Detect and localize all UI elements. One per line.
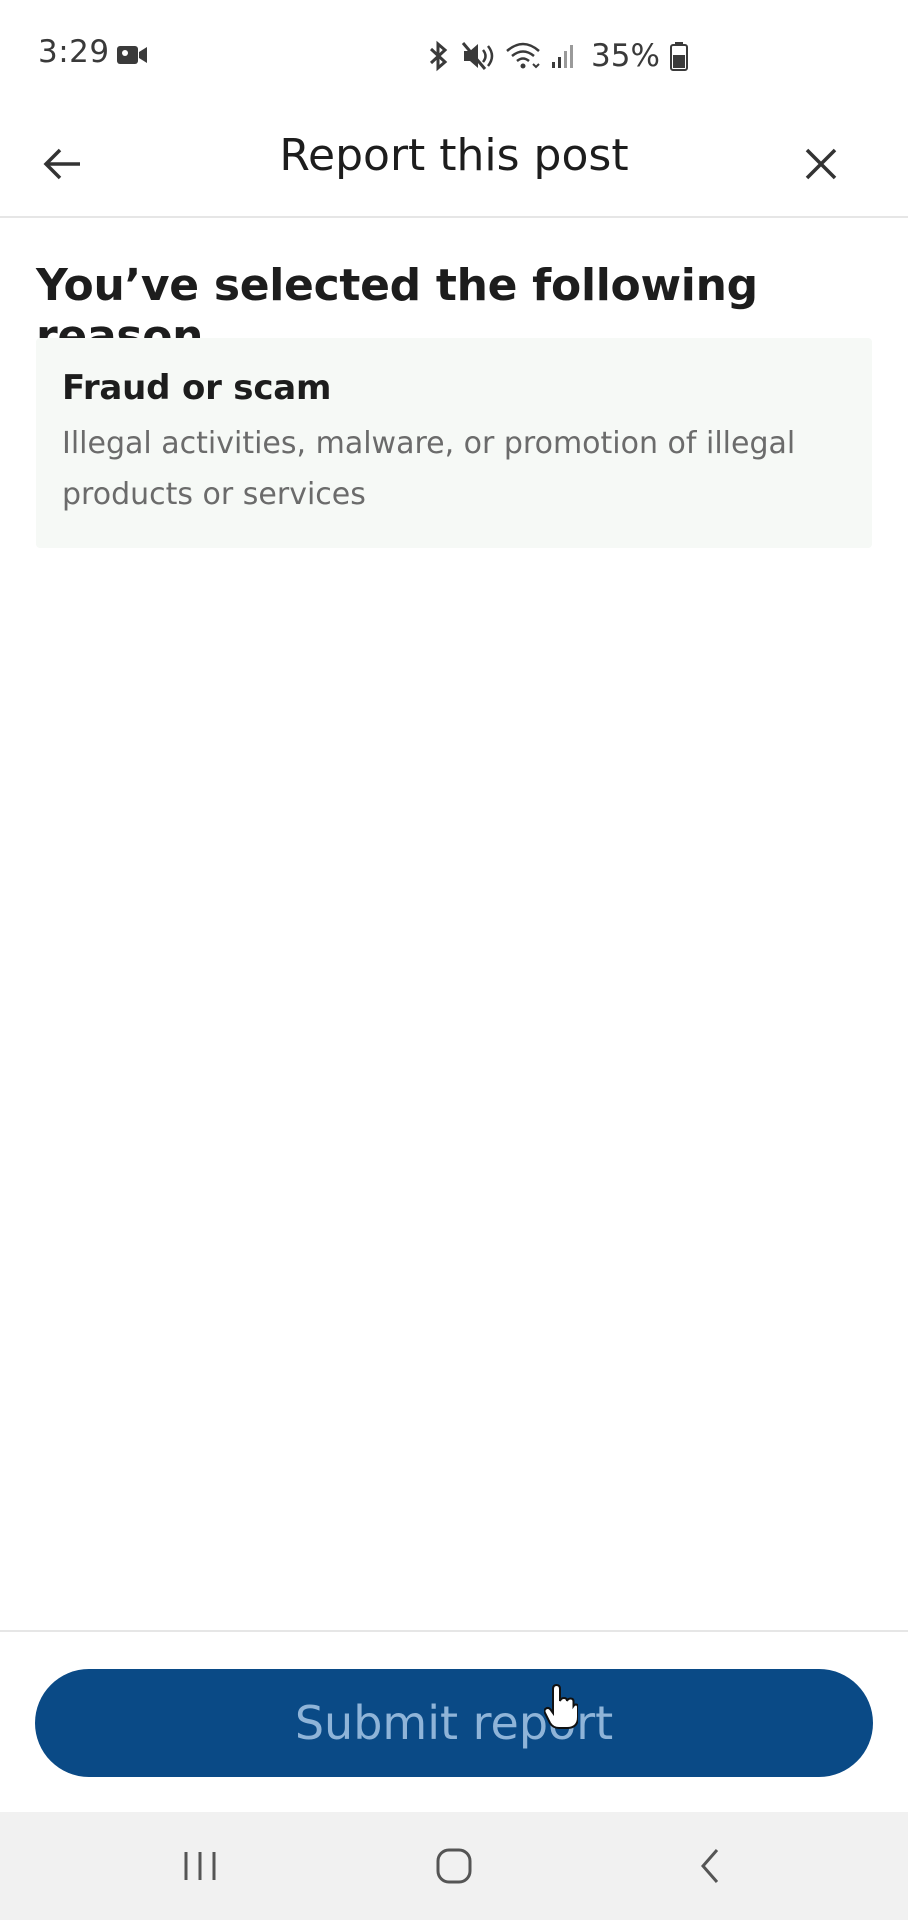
mute-icon [461, 42, 494, 70]
battery-percent: 35% [591, 38, 660, 74]
status-time: 3:29 [38, 34, 110, 70]
video-camera-icon [117, 46, 147, 64]
reason-description: Illegal activities, malware, or promotio… [62, 426, 796, 512]
reason-title: Fraud or scam [62, 368, 332, 408]
bottom-divider [0, 1630, 908, 1632]
page-title: Report this post [279, 130, 629, 181]
top-app-bar: Report this post [0, 110, 908, 218]
battery-icon [669, 42, 688, 71]
wifi-icon [506, 42, 540, 69]
bluetooth-icon [429, 40, 448, 72]
recent-apps-icon [184, 1852, 216, 1880]
recent-apps-button[interactable] [168, 1834, 232, 1898]
home-button[interactable] [422, 1834, 486, 1898]
selected-reason-card: Fraud or scam Illegal activities, malwar… [36, 338, 872, 548]
close-button[interactable] [789, 132, 853, 196]
submit-report-button[interactable]: Submit report [35, 1669, 873, 1777]
nav-back-button[interactable] [678, 1834, 742, 1898]
home-icon [436, 1848, 472, 1884]
back-icon [701, 1849, 719, 1883]
report-post-screen: 3:29 35% Report this post You’ve selecte… [0, 0, 908, 1920]
signal-icon [552, 45, 573, 68]
system-nav-bar [0, 1812, 908, 1920]
status-icons: 35% [425, 36, 688, 76]
status-bar: 3:29 35% [0, 0, 908, 110]
close-icon [805, 148, 837, 180]
